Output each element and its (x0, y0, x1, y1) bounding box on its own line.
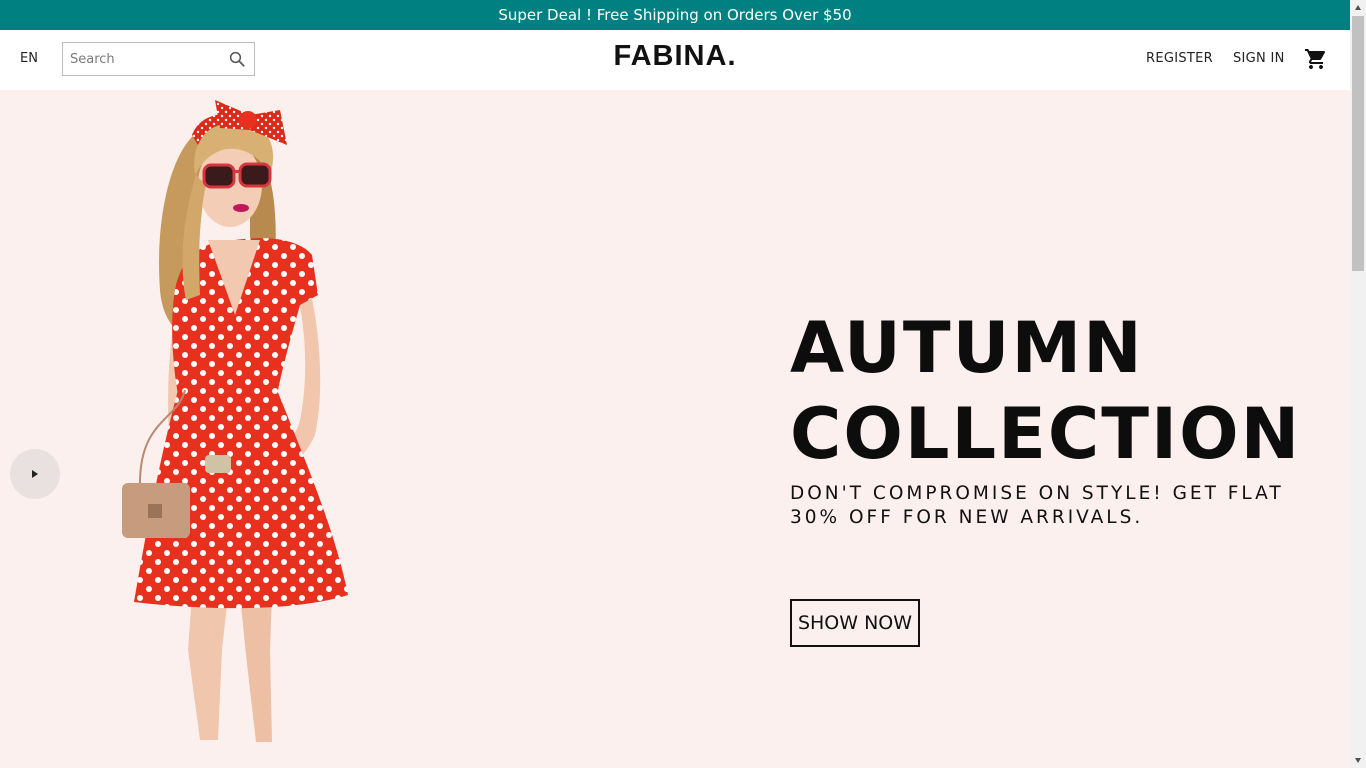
hero-model-image (122, 100, 348, 742)
slider-prev-button[interactable] (10, 449, 60, 499)
show-now-button[interactable]: SHOW NOW (790, 599, 920, 647)
hero-subtitle: DON'T COMPROMISE ON STYLE! GET FLAT 30% … (790, 483, 1284, 528)
hero-title: AUTUMN COLLECTION (790, 307, 1302, 475)
announcement-bar: Super Deal ! Free Shipping on Orders Ove… (0, 0, 1350, 30)
scroll-down-icon[interactable] (1354, 756, 1362, 764)
hero-banner: AUTUMN COLLECTION DON'T COMPROMISE ON ST… (0, 90, 1350, 768)
scrollbar-thumb[interactable] (1352, 16, 1364, 271)
announcement-text: Super Deal ! Free Shipping on Orders Ove… (498, 6, 852, 24)
sign-in-link[interactable]: SIGN IN (1233, 51, 1285, 66)
navbar: EN FABINA. REGISTER SIGN IN (0, 30, 1350, 90)
register-link[interactable]: REGISTER (1146, 51, 1213, 66)
arrow-right-icon (32, 470, 38, 478)
page-scrollbar[interactable] (1350, 0, 1366, 768)
scroll-up-icon[interactable] (1354, 4, 1362, 12)
cart-icon[interactable] (1304, 47, 1328, 71)
